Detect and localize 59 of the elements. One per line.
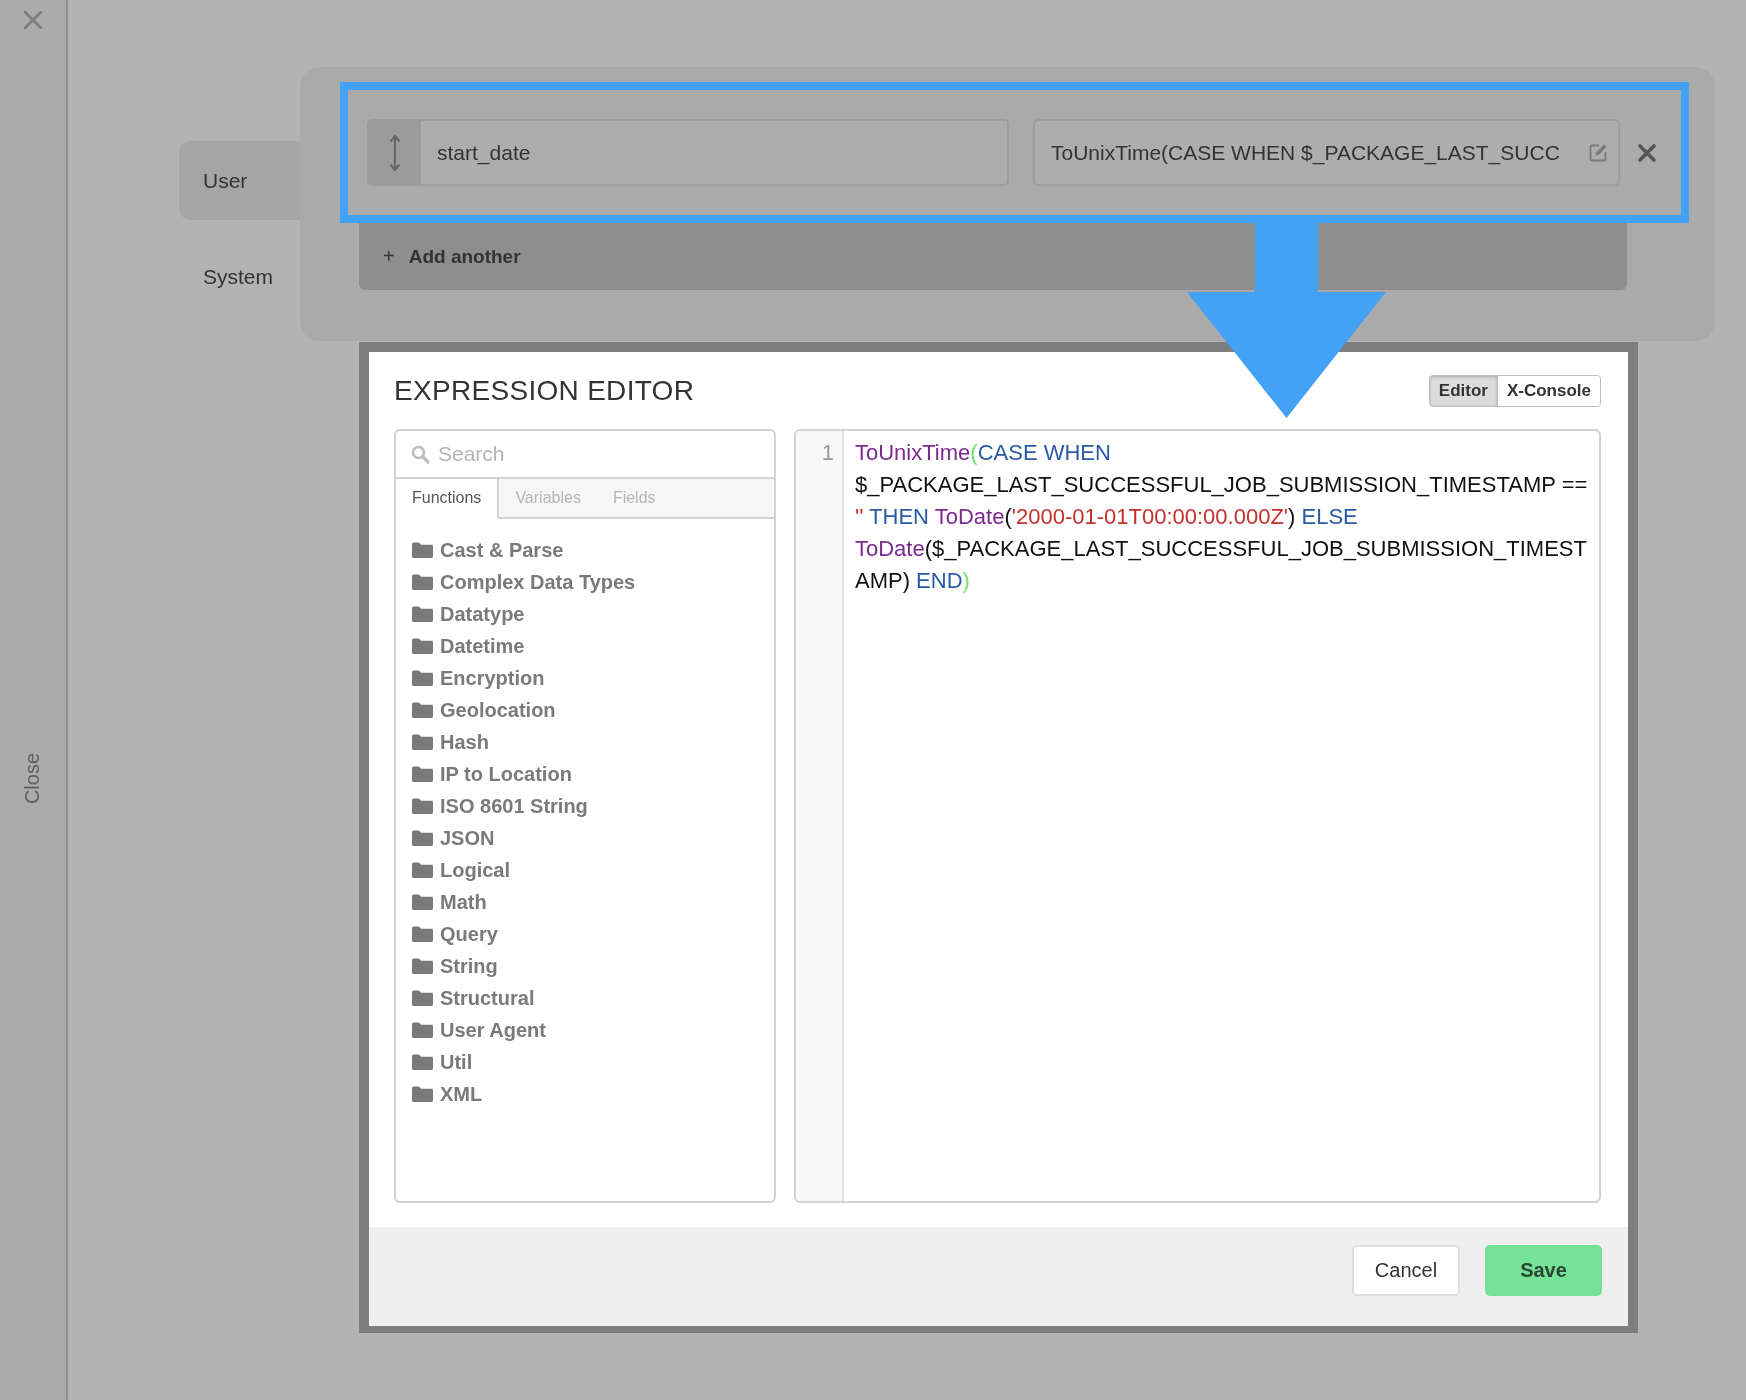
folder-icon (412, 574, 433, 590)
category-item[interactable]: Encryption (412, 662, 774, 694)
folder-icon (412, 734, 433, 750)
folder-icon (412, 958, 433, 974)
folder-icon (412, 638, 433, 654)
folder-icon (412, 1086, 433, 1102)
folder-icon (412, 670, 433, 686)
category-item[interactable]: Query (412, 918, 774, 950)
folder-icon (412, 862, 433, 878)
close-label[interactable]: Close (21, 752, 45, 805)
category-item[interactable]: Datatype (412, 598, 774, 630)
category-item[interactable]: Math (412, 886, 774, 918)
close-icon[interactable] (23, 10, 43, 30)
category-item[interactable]: Logical (412, 854, 774, 886)
close-icon (1636, 141, 1658, 164)
category-item[interactable]: Structural (412, 982, 774, 1014)
edit-icon[interactable] (1588, 142, 1608, 163)
category-item[interactable]: Hash (412, 726, 774, 758)
folder-icon (412, 606, 433, 622)
category-item[interactable]: Datetime (412, 630, 774, 662)
code-editor[interactable]: 1 ToUnixTime(CASE WHEN $_PACKAGE_LAST_SUCCESSFUL_JOB_SUBMISSION_TIMESTAMP == '' THEN ToDate('2000-01-01T00:00:00.000Z') ELSE ToDate($_PACKAGE_LAST_SUCCESSFUL_JOB_SUBMISSION_TIMESTAMP) END) (794, 429, 1601, 1203)
folder-icon (412, 798, 433, 814)
category-item[interactable]: ISO 8601 String (412, 790, 774, 822)
folder-icon (412, 542, 433, 558)
mode-tab[interactable]: X-Console (1496, 375, 1600, 406)
category-item[interactable]: JSON (412, 822, 774, 854)
remove-button[interactable] (1636, 141, 1658, 164)
field-name-input[interactable]: start_date (421, 119, 1009, 186)
sidebar-tab[interactable]: System (179, 237, 300, 316)
category-item[interactable]: IP to Location (412, 758, 774, 790)
folder-icon (412, 766, 433, 782)
line-number: 1 (820, 439, 835, 467)
expression-input[interactable]: ToUnixTime(CASE WHEN $_PACKAGE_LAST_SUCC (1033, 119, 1620, 186)
browser-tab[interactable]: Functions (396, 479, 500, 519)
up-down-arrow-icon (389, 132, 401, 173)
search-icon (411, 444, 430, 464)
folder-icon (412, 990, 433, 1006)
mode-tab[interactable]: Editor (1429, 375, 1497, 406)
category-item[interactable]: Geolocation (412, 694, 774, 726)
add-another-button[interactable]: + Add another (359, 223, 1627, 290)
dialog-title: EXPRESSION EDITOR (394, 374, 695, 407)
save-button[interactable]: Save (1485, 1245, 1602, 1296)
folder-icon (412, 1054, 433, 1070)
drag-handle[interactable] (367, 119, 421, 186)
category-item[interactable]: XML (412, 1078, 774, 1110)
category-item[interactable]: String (412, 950, 774, 982)
folder-icon (412, 830, 433, 846)
category-item[interactable]: User Agent (412, 1014, 774, 1046)
folder-icon (412, 702, 433, 718)
folder-icon (412, 926, 433, 942)
category-item[interactable]: Complex Data Types (412, 566, 774, 598)
search-field[interactable]: Search (438, 442, 738, 466)
category-item[interactable]: Cast & Parse (412, 534, 774, 566)
folder-icon (412, 894, 433, 910)
sidebar-tab[interactable]: User (179, 141, 300, 220)
category-item[interactable]: Util (412, 1046, 774, 1078)
folder-icon (412, 1022, 433, 1038)
cancel-button[interactable]: Cancel (1352, 1245, 1460, 1296)
code-text[interactable]: ToUnixTime(CASE WHEN $_PACKAGE_LAST_SUCCESSFUL_JOB_SUBMISSION_TIMESTAMP == '' THEN ToDate('2000-01-01T00:00:00.000Z') ELSE ToDate($_PACKAGE_LAST_SUCCESSFUL_JOB_SUBMISSION_TIMESTAMP) END) (844, 431, 1599, 597)
